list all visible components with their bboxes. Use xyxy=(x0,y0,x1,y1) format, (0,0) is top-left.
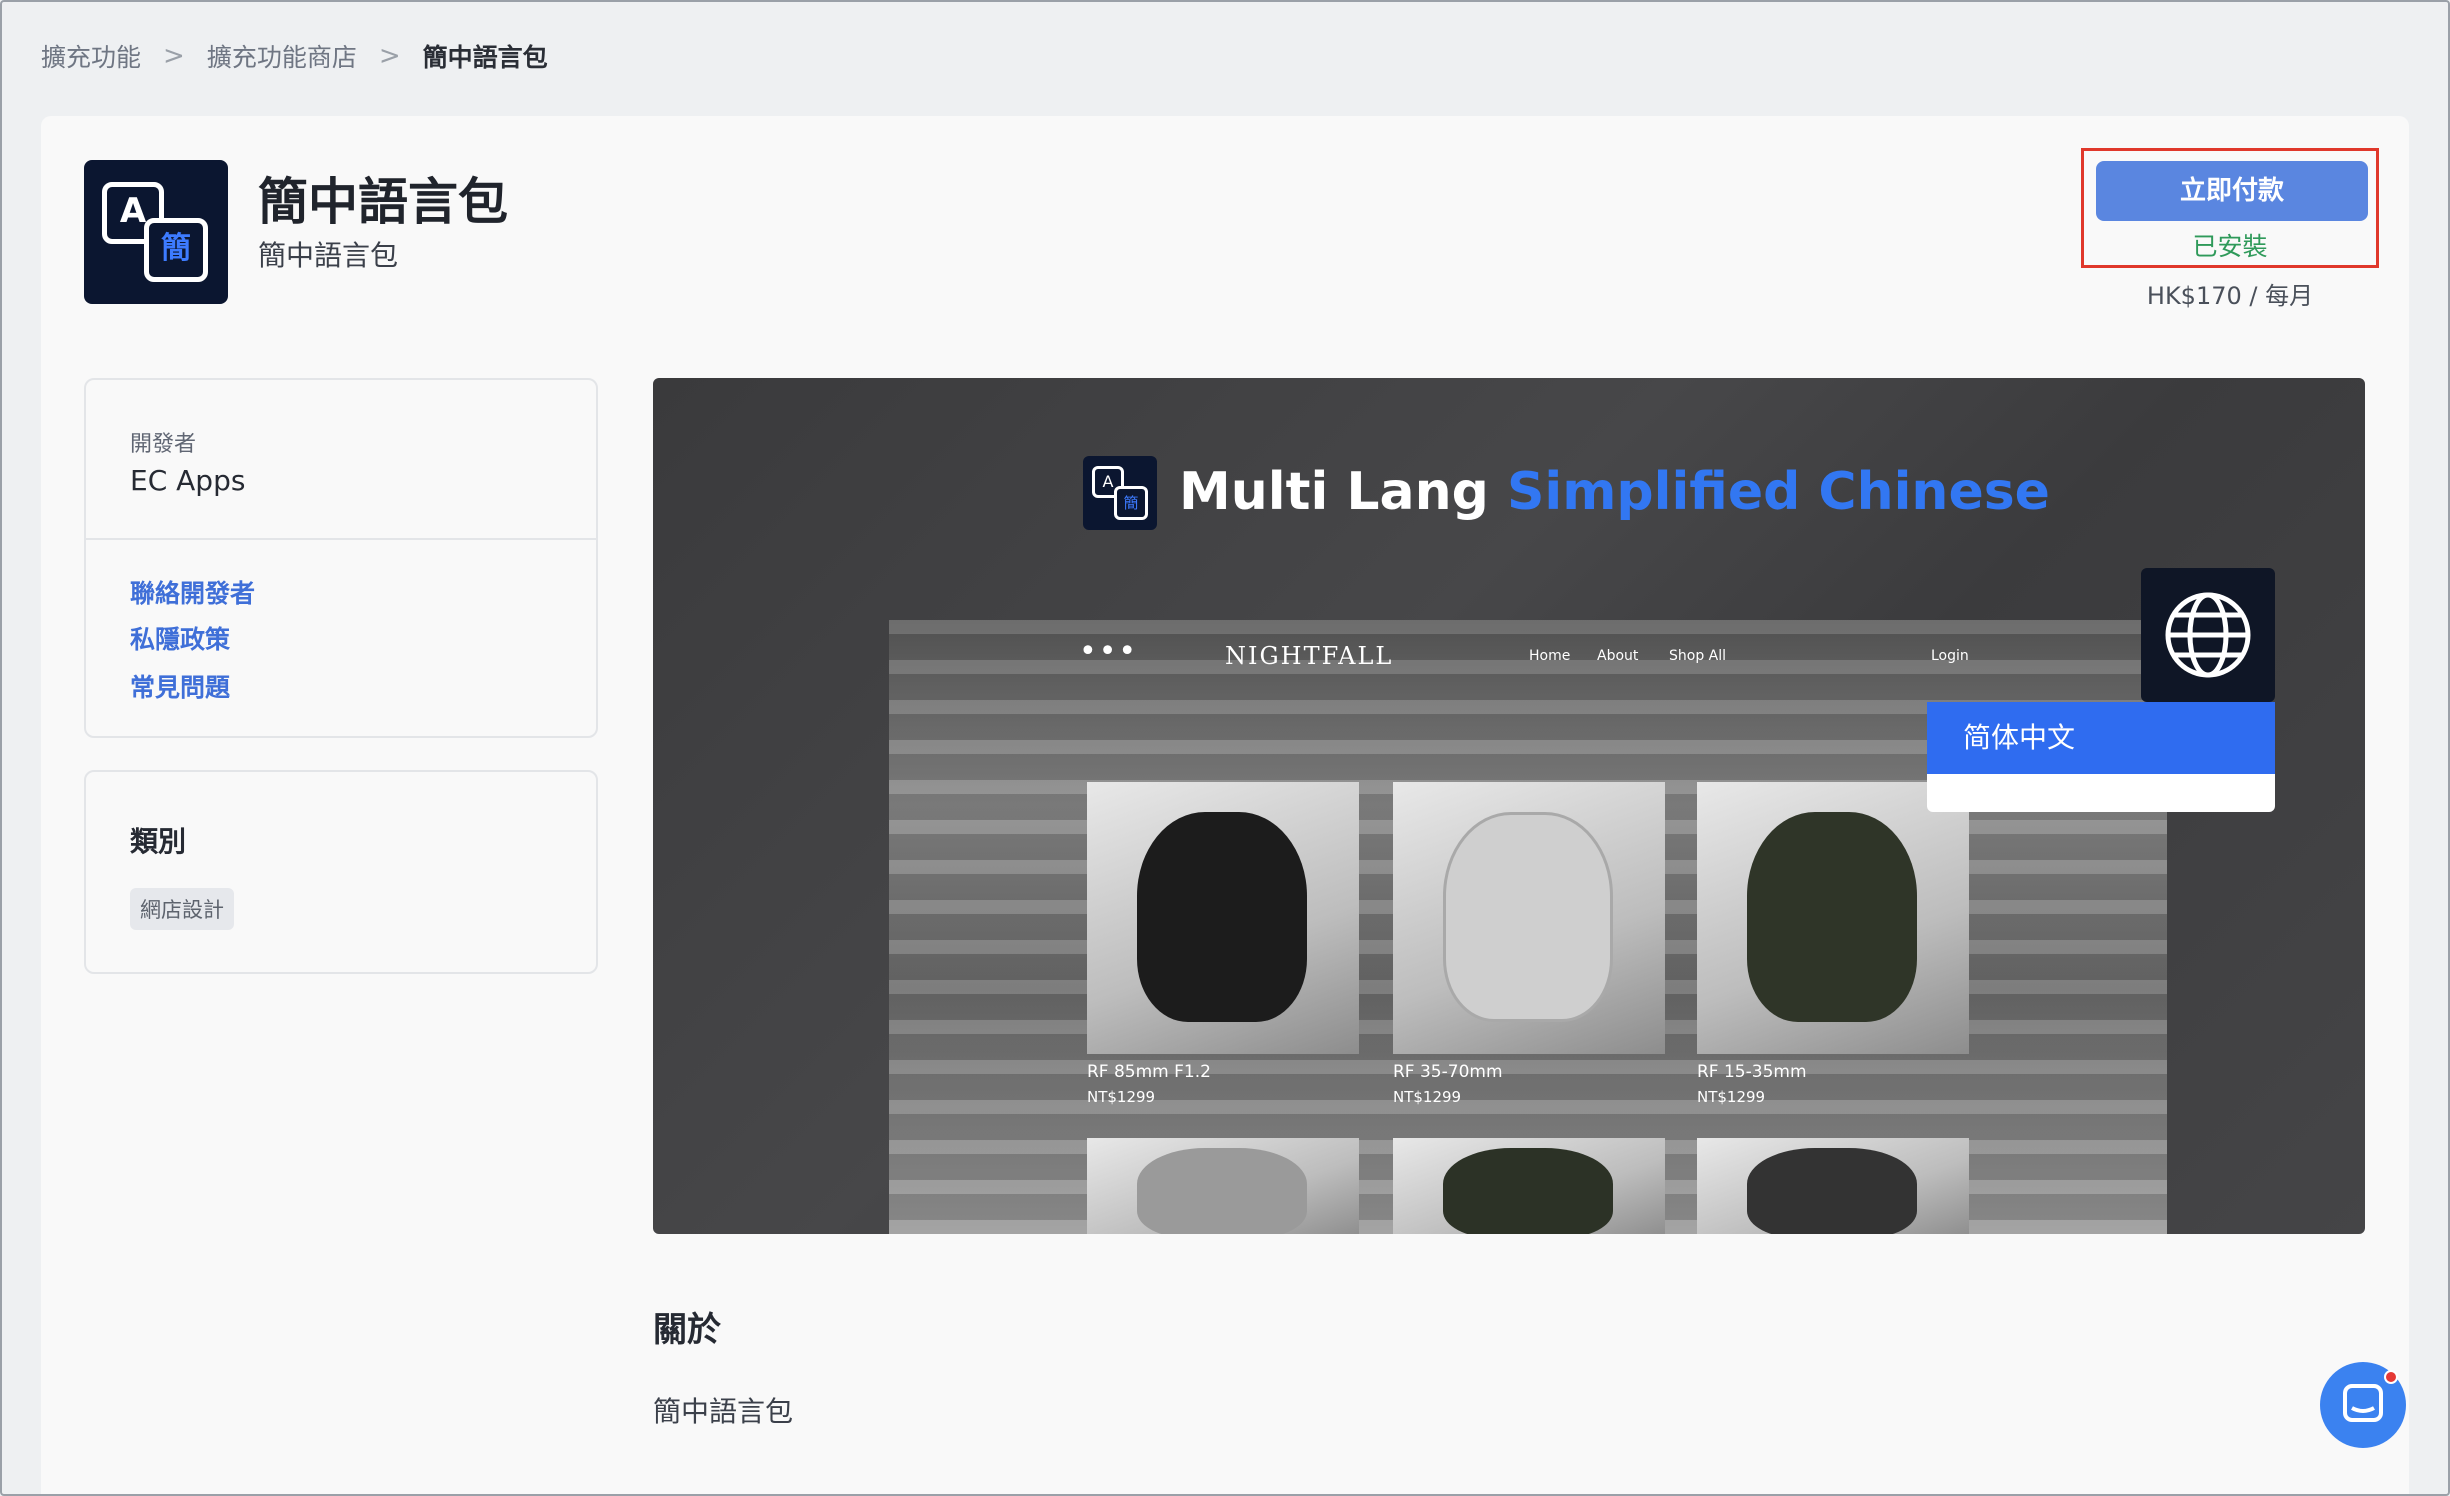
developer-label: 開發者 xyxy=(130,432,197,457)
app-subtitle: 簡中語言包 xyxy=(258,239,399,272)
app-logo-icon: A 簡 xyxy=(84,160,228,304)
product-image-backpack-olive xyxy=(1697,782,1969,1054)
chevron-right-icon: > xyxy=(163,41,185,71)
product-image xyxy=(1087,1138,1359,1234)
product-image-backpack-grey xyxy=(1393,782,1665,1054)
contact-developer-link[interactable]: 聯絡開發者 xyxy=(130,574,255,610)
category-title: 類別 xyxy=(130,825,187,858)
app-frame: 擴充功能 > 擴充功能商店 > 簡中語言包 A 簡 簡中語言包 簡中語言包 立即… xyxy=(0,0,2450,1496)
site-nav-shop-all: Shop All xyxy=(1669,648,1727,664)
product-price: NT$1299 xyxy=(1697,1088,1766,1106)
developer-card: 開發者 EC Apps 聯絡開發者 私隱政策 常見問題 xyxy=(84,378,598,738)
about-description: 簡中語言包 xyxy=(653,1395,794,1428)
pay-highlight-box: 立即付款 已安裝 xyxy=(2081,148,2379,268)
divider xyxy=(86,538,596,540)
banner-heading-white: Multi Lang xyxy=(1179,462,1489,522)
product-name: RF 35-70mm xyxy=(1393,1062,1503,1082)
breadcrumb-extensions[interactable]: 擴充功能 xyxy=(41,38,141,74)
chevron-right-icon: > xyxy=(378,41,401,71)
faq-link[interactable]: 常見問題 xyxy=(130,668,230,704)
product-image xyxy=(1393,1138,1665,1234)
breadcrumb: 擴充功能 > 擴充功能商店 > 簡中語言包 xyxy=(41,36,548,76)
product-price: NT$1299 xyxy=(1087,1088,1156,1106)
site-nav-login: Login xyxy=(1931,648,1969,664)
site-brand: NIGHTFALL xyxy=(1225,642,1394,670)
price-label: HK$170 / 每月 xyxy=(2146,282,2314,310)
category-tag[interactable]: 網店設計 xyxy=(130,888,234,930)
privacy-policy-link[interactable]: 私隱政策 xyxy=(130,620,230,656)
globe-icon xyxy=(2141,568,2275,702)
developer-name: EC Apps xyxy=(130,464,246,497)
page-title: 簡中語言包 xyxy=(258,173,508,231)
app-detail-card: A 簡 簡中語言包 簡中語言包 立即付款 已安裝 HK$170 / 每月 開發者… xyxy=(41,116,2409,1494)
site-menu-icon: ••• xyxy=(1079,634,1139,669)
site-nav-about: About xyxy=(1597,648,1639,664)
product-price: NT$1299 xyxy=(1393,1088,1462,1106)
app-logo-letter-jian: 簡 xyxy=(144,218,208,282)
banner-logo-letter-jian: 簡 xyxy=(1114,486,1148,520)
installed-status: 已安裝 xyxy=(2192,232,2268,261)
banner-heading: Multi Lang Simplified Chinese xyxy=(1179,462,2050,522)
site-nav-home: Home xyxy=(1529,648,1571,664)
notification-dot xyxy=(2384,1370,2398,1384)
product-name: RF 85mm F1.2 xyxy=(1087,1062,1211,1082)
product-image xyxy=(1697,1138,1969,1234)
language-option-simplified-chinese: 简体中文 xyxy=(1927,702,2275,774)
product-name: RF 15-35mm xyxy=(1697,1062,1807,1082)
language-dropdown: 简体中文 xyxy=(1927,702,2275,812)
category-card: 類別 網店設計 xyxy=(84,770,598,974)
breadcrumb-extension-store[interactable]: 擴充功能商店 xyxy=(207,38,357,74)
app-screenshot-banner: A 簡 Multi Lang Simplified Chinese ••• NI… xyxy=(653,378,2365,1234)
chat-support-button[interactable] xyxy=(2320,1362,2406,1448)
pay-now-button[interactable]: 立即付款 xyxy=(2096,161,2368,221)
about-heading: 關於 xyxy=(653,1310,721,1350)
product-image-backpack-black xyxy=(1087,782,1359,1054)
banner-heading-blue: Simplified Chinese xyxy=(1506,462,2050,522)
banner-logo-icon: A 簡 xyxy=(1083,456,1157,530)
breadcrumb-current: 簡中語言包 xyxy=(422,43,548,72)
